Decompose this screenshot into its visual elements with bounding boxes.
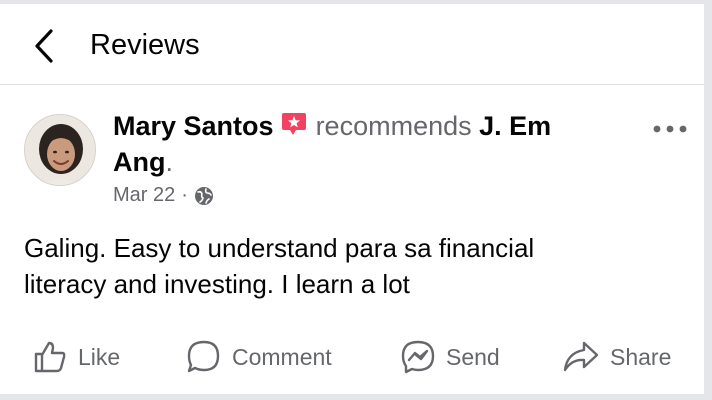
back-button[interactable]	[24, 26, 64, 66]
share-label: Share	[610, 343, 672, 370]
author-name[interactable]: Mary Santos	[113, 111, 274, 141]
thumbs-up-icon	[34, 341, 66, 373]
more-horizontal-icon	[653, 125, 687, 133]
title-period: .	[165, 147, 173, 177]
review-text-line: Galing. Easy to understand para sa finan…	[24, 233, 535, 263]
review-text: Galing. Easy to understand para sa finan…	[24, 230, 684, 302]
share-button[interactable]: Share	[562, 332, 671, 382]
comment-label: Comment	[232, 343, 332, 370]
more-options-button[interactable]	[648, 112, 692, 146]
post-date[interactable]: Mar 22	[113, 184, 175, 207]
like-label: Like	[78, 343, 121, 370]
recommend-star-icon	[280, 111, 308, 145]
chevron-left-icon	[35, 29, 53, 63]
recommends-text: recommends	[315, 111, 472, 141]
messenger-icon	[401, 340, 435, 374]
avatar[interactable]	[24, 114, 96, 186]
avatar-photo	[25, 115, 95, 185]
comment-icon	[187, 340, 220, 373]
review-text-line: literacy and investing. I learn a lot	[24, 269, 410, 299]
like-button[interactable]: Like	[32, 332, 120, 382]
share-icon	[563, 341, 599, 372]
post-meta: Mar 22 ·	[113, 184, 214, 207]
post-title: Mary Santos recommends J. Em Ang.	[113, 109, 603, 179]
send-label: Send	[446, 343, 500, 370]
send-button[interactable]: Send	[400, 332, 500, 382]
action-bar: Like Comment Send Share	[0, 332, 704, 382]
top-bar: Reviews	[0, 4, 704, 85]
meta-separator: ·	[181, 184, 188, 206]
comment-button[interactable]: Comment	[186, 332, 332, 382]
page-title: Reviews	[90, 29, 200, 61]
globe-icon	[194, 186, 213, 205]
review-card: Reviews Mary Santos recommends J. Em Ang.…	[0, 4, 704, 394]
